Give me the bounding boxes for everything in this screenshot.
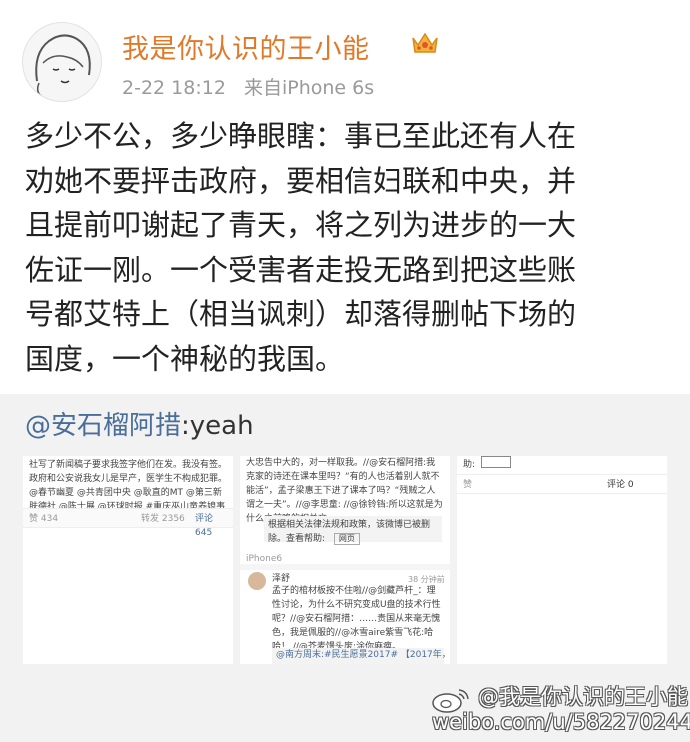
thumb1-comments: 评论 645: [195, 514, 214, 538]
post-line: 佐证一刚。一个受害者走投无路到把这些账: [25, 252, 577, 287]
post-source: 来自iPhone 6s: [243, 77, 375, 99]
post-line: 国度，一个神秘的我国。: [25, 341, 345, 376]
thumb3-pill: [481, 456, 511, 468]
post-body: 多少不公，多少睁眼瞎：事已至此还有人在 劝她不要抨击政府，要相信妇联和中央，并 …: [25, 114, 665, 381]
image-thumbnail-2[interactable]: 大忠告中大的，对一样取我。//@安石榴阿措:我克家的诗还在课本里吗？“有的人也活…: [240, 456, 450, 664]
thumb1-likes: 赞 434: [29, 514, 59, 524]
thumb2-deleted-notice: 根据相关法律法规和政策，该微博已被删除。查看帮助: 网页: [264, 516, 442, 545]
quoted-link: @南方周末:#民生愿景2017# 【2017年，希望“代: [272, 648, 450, 664]
thumb3-prefix: 助:: [463, 460, 476, 470]
author-name[interactable]: 我是你认识的王小能: [122, 27, 370, 66]
post-line: 多少不公，多少睁眼瞎：事已至此还有人在: [25, 119, 577, 153]
post-header: 我是你认识的王小能 2-22 18:12 来自iPhone 6s: [0, 0, 690, 110]
thumb3-comments: 评论 0: [607, 480, 634, 490]
image-thumbnail-3[interactable]: 助: 赞 评论 0: [457, 456, 667, 664]
image-thumbnail-1[interactable]: 社写了新闻稿子要求我签字他们在发。我没有签。政府和公安说我女儿是早产，医学生不构…: [23, 456, 233, 664]
watermark-handle: @我是你认识的王小能: [478, 685, 688, 709]
post-line: 劝她不要抨击政府，要相信妇联和中央，并: [25, 163, 577, 198]
vip-crown-icon: [410, 30, 440, 56]
commenter-avatar: [248, 572, 266, 590]
post-line: 且提前叩谢起了青天，将之列为进步的一大: [25, 208, 577, 242]
thumb1-action-bar: 赞 434 转发 2356 评论 645: [23, 508, 233, 538]
post-meta: 2-22 18:12 来自iPhone 6s: [122, 73, 386, 100]
thumb3-likes: 赞: [463, 480, 473, 490]
repost-comment: :yeah: [181, 411, 254, 441]
repost-text: @安石榴阿措:yeah: [25, 405, 254, 442]
mention-link[interactable]: @安石榴阿措: [25, 411, 181, 441]
author-avatar[interactable]: [22, 22, 102, 102]
post-time: 2-22 18:12: [122, 77, 226, 99]
thumb2-pill: 网页: [333, 533, 360, 545]
thumb2-divider: [240, 564, 450, 570]
watermark-url: weibo.com/u/5822702445: [432, 710, 690, 734]
post-line: 号都艾特上（相当讽刺）却落得删帖下场的: [25, 297, 577, 331]
thumb3-action-bar: 赞 评论 0: [457, 474, 667, 494]
thumb1-reposts: 转发 2356: [141, 514, 185, 524]
comment-text: 孟子的棺材板按不住啦//@剑藏芦杆_：理性讨论，为什么不研究变成U盘的技术行性呢…: [272, 586, 441, 652]
